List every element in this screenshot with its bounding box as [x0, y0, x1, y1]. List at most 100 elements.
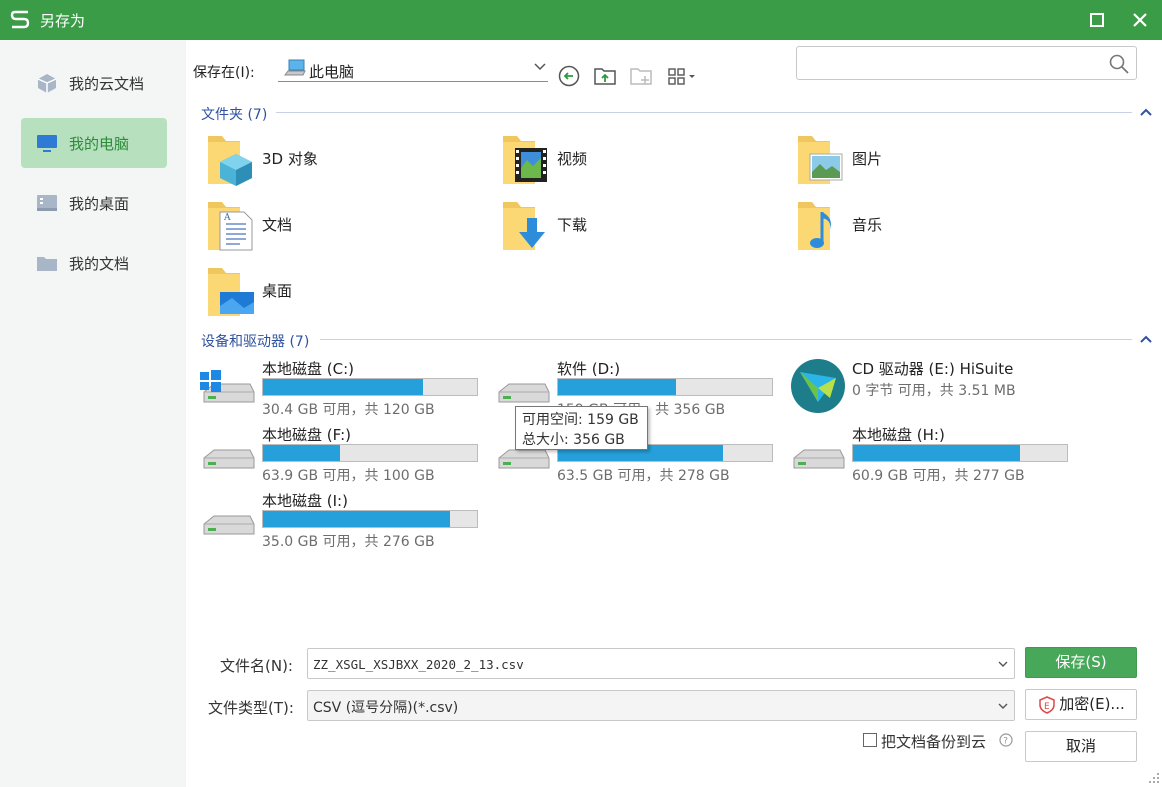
filename-field[interactable]: ZZ_XSGL_XSJBXX_2020_2_13.csv: [307, 648, 1015, 679]
drive-usage-bar: [262, 444, 478, 462]
backup-label: 把文档备份到云: [881, 733, 987, 751]
drive-h[interactable]: 本地磁盘 (H:) 60.9 GB 可用，共 277 GB: [790, 424, 1080, 488]
encrypt-button[interactable]: E 加密(E)...: [1025, 689, 1137, 720]
folder-pictures[interactable]: 图片: [790, 132, 1070, 188]
save-as-dialog: 另存为 我的云文档 我的电脑 我的桌面 我的文档 保存在(I): 此电脑 文件夹…: [0, 0, 1162, 787]
sidebar-item-cloud-docs[interactable]: 我的云文档: [21, 58, 167, 108]
folder-label: 下载: [557, 216, 588, 234]
pictures-folder-icon: [798, 136, 843, 184]
chevron-down-icon[interactable]: [998, 660, 1008, 668]
shield-icon: E: [1039, 696, 1055, 714]
drive-info: 63.5 GB 可用，共 278 GB: [557, 468, 730, 484]
save-button[interactable]: 保存(S): [1025, 647, 1137, 678]
sidebar-item-label: 我的云文档: [69, 75, 145, 93]
3d-objects-folder-icon: [208, 136, 252, 186]
back-icon[interactable]: [557, 64, 581, 88]
folders-section-header[interactable]: 文件夹 (7): [201, 104, 267, 124]
drive-usage-fill: [853, 445, 1020, 461]
sidebar-item-label: 我的桌面: [69, 195, 130, 213]
drive-name: 本地磁盘 (H:): [852, 426, 945, 444]
drive-c[interactable]: 本地磁盘 (C:) 30.4 GB 可用，共 120 GB: [200, 358, 490, 422]
section-divider: [320, 339, 1132, 340]
drive-name: 本地磁盘 (F:): [262, 426, 351, 444]
wps-app-icon: [10, 10, 30, 29]
window-title: 另存为: [40, 12, 86, 30]
drive-name: 软件 (D:): [557, 360, 621, 378]
drive-name: 本地磁盘 (C:): [262, 360, 354, 378]
filename-label: 文件名(N):: [220, 657, 293, 675]
backup-to-cloud[interactable]: 把文档备份到云 ?: [863, 731, 1023, 751]
svg-text:A: A: [223, 213, 231, 223]
folder-label: 3D 对象: [262, 150, 318, 168]
folder-documents[interactable]: A 文档: [200, 198, 480, 254]
desktop-icon: [37, 195, 57, 211]
folder-videos[interactable]: 视频: [495, 132, 775, 188]
drive-info: 60.9 GB 可用，共 277 GB: [852, 468, 1025, 484]
videos-folder-icon: [503, 136, 547, 184]
search-input[interactable]: [796, 46, 1137, 80]
folder-icon: [37, 257, 57, 271]
folder-label: 桌面: [262, 282, 293, 300]
backup-checkbox[interactable]: [863, 733, 877, 747]
filename-value: ZZ_XSGL_XSJBXX_2020_2_13.csv: [313, 657, 524, 672]
folder-downloads[interactable]: 下载: [495, 198, 775, 254]
drive-usage-fill: [558, 379, 677, 395]
drive-usage-fill: [263, 511, 450, 527]
chevron-up-icon[interactable]: [1140, 335, 1152, 343]
drive-i[interactable]: 本地磁盘 (I:) 35.0 GB 可用，共 276 GB: [200, 490, 490, 554]
chevron-down-icon[interactable]: [998, 702, 1008, 710]
drive-usage-bar: [557, 378, 773, 396]
sidebar-item-my-computer[interactable]: 我的电脑: [21, 118, 167, 168]
help-icon[interactable]: ?: [999, 733, 1013, 747]
folder-music[interactable]: 音乐: [790, 198, 1070, 254]
new-folder-icon[interactable]: [629, 64, 653, 88]
sidebar-item-label: 我的文档: [69, 255, 130, 273]
drive-usage-bar: [262, 510, 478, 528]
section-divider: [276, 112, 1132, 113]
drive-info: 63.9 GB 可用，共 100 GB: [262, 468, 435, 484]
chevron-up-icon[interactable]: [1140, 108, 1152, 116]
view-mode-icon[interactable]: [667, 64, 699, 88]
drive-usage-bar: [852, 444, 1068, 462]
filetype-value: CSV (逗号分隔)(*.csv): [313, 700, 459, 716]
drive-info: 30.4 GB 可用，共 120 GB: [262, 402, 435, 418]
monitor-icon: [37, 135, 57, 152]
filetype-label: 文件类型(T):: [208, 699, 294, 717]
maximize-icon[interactable]: [1089, 12, 1105, 28]
tooltip-total-size: 总大小: 356 GB: [522, 432, 625, 448]
folder-desktop[interactable]: 桌面: [200, 264, 480, 320]
title-bar: 另存为: [0, 0, 1162, 40]
drive-tooltip: 可用空间: 159 GB 总大小: 356 GB: [515, 406, 648, 450]
resize-grip-icon[interactable]: [1148, 772, 1160, 784]
drive-name: 本地磁盘 (I:): [262, 492, 348, 510]
sidebar: 我的云文档 我的电脑 我的桌面 我的文档: [0, 40, 186, 787]
close-icon[interactable]: [1130, 10, 1150, 30]
folder-label: 视频: [557, 150, 588, 168]
drive-f[interactable]: 本地磁盘 (F:) 63.9 GB 可用，共 100 GB: [200, 424, 490, 488]
search-icon[interactable]: [1108, 53, 1130, 75]
drives-section-header[interactable]: 设备和驱动器 (7): [201, 331, 309, 351]
sidebar-item-my-desktop[interactable]: 我的桌面: [21, 178, 167, 228]
sidebar-item-label: 我的电脑: [69, 135, 130, 153]
folder-3d-objects[interactable]: 3D 对象: [200, 132, 480, 188]
svg-text:?: ?: [1003, 737, 1008, 747]
drive-e-cd[interactable]: CD 驱动器 (E:) HiSuite 0 字节 可用，共 3.51 MB: [790, 358, 1080, 422]
sidebar-item-my-documents[interactable]: 我的文档: [21, 238, 167, 288]
up-folder-icon[interactable]: [593, 64, 617, 88]
location-dropdown[interactable]: 此电脑: [278, 58, 548, 82]
hard-drive-icon: [203, 449, 255, 469]
location-text: 此电脑: [309, 63, 355, 81]
drive-info: 35.0 GB 可用，共 276 GB: [262, 534, 435, 550]
this-pc-icon: [284, 59, 306, 76]
desktop-folder-icon: [208, 268, 254, 316]
windows-drive-icon: [200, 370, 255, 403]
cancel-button[interactable]: 取消: [1025, 731, 1137, 762]
drive-name: CD 驱动器 (E:) HiSuite: [852, 360, 1014, 378]
hisuite-icon: [791, 359, 845, 413]
drive-usage-fill: [263, 445, 341, 461]
save-in-label: 保存在(I):: [193, 65, 255, 81]
hard-drive-icon: [203, 515, 255, 535]
filetype-select[interactable]: CSV (逗号分隔)(*.csv): [307, 690, 1015, 721]
folder-label: 文档: [262, 216, 293, 234]
documents-folder-icon: A: [208, 202, 253, 251]
